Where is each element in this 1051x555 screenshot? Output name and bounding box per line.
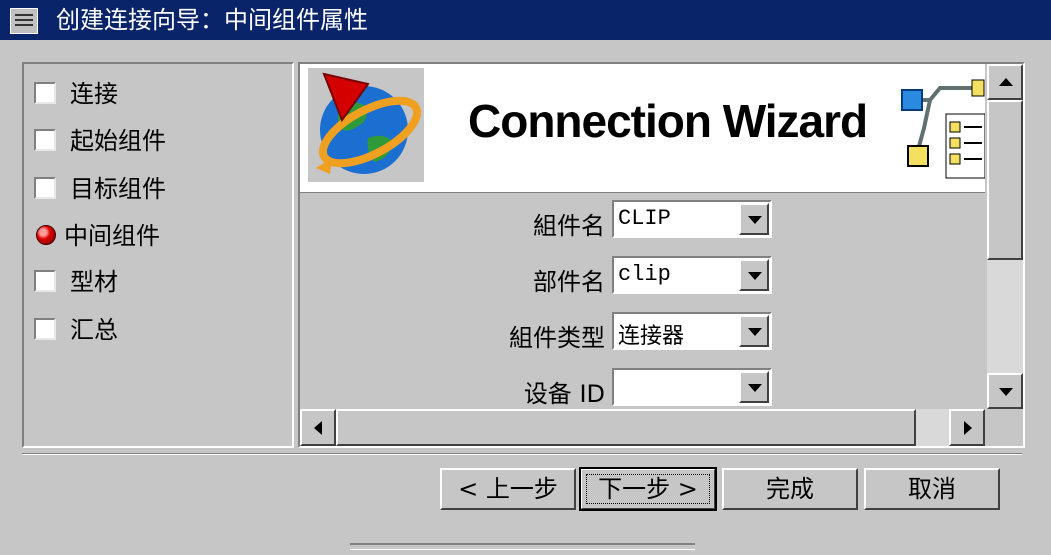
properties-panel: Connection Wizard 組件名 CLIP 部件名 clip 組件类型…	[298, 62, 1025, 448]
cancel-button[interactable]: 取消	[864, 468, 1000, 510]
combo-value: CLIP	[618, 206, 671, 231]
component-type-combo[interactable]: 连接器	[612, 312, 772, 350]
checkbox-icon	[34, 270, 56, 292]
window-menu-icon[interactable]	[10, 8, 38, 34]
part-name-combo[interactable]: clip	[612, 256, 772, 294]
field-device-id: 设备 ID	[300, 368, 985, 409]
back-button[interactable]: < 上一步	[440, 468, 576, 510]
step-middle-component[interactable]: 中间组件	[34, 222, 284, 252]
field-label: 设备 ID	[523, 380, 605, 408]
steps-panel: 连接 起始组件 目标组件 中间组件 型材 汇总	[22, 62, 294, 448]
step-label: 连接	[70, 80, 118, 108]
combo-dropdown-button[interactable]	[739, 371, 769, 403]
combo-dropdown-button[interactable]	[739, 203, 769, 235]
step-label: 汇总	[70, 316, 118, 344]
resize-grip	[350, 543, 695, 550]
scroll-up-button[interactable]	[987, 64, 1023, 100]
arrow-up-icon	[999, 78, 1013, 86]
checkbox-icon	[34, 318, 56, 340]
window-title: 创建连接向导：中间组件属性	[56, 6, 368, 34]
step-label: 中间组件	[64, 222, 160, 250]
step-target-component[interactable]: 目标组件	[34, 175, 284, 205]
arrow-left-icon	[314, 421, 322, 435]
chevron-down-icon	[748, 272, 762, 280]
step-start-component[interactable]: 起始组件	[34, 127, 284, 157]
step-profile[interactable]: 型材	[34, 268, 284, 298]
step-connection[interactable]: 连接	[34, 80, 284, 110]
field-component-name: 組件名 CLIP	[300, 200, 985, 244]
globe-logo-icon	[308, 68, 424, 182]
field-label: 組件名	[533, 212, 605, 240]
separator	[22, 453, 1022, 455]
scroll-right-button[interactable]	[949, 409, 985, 446]
component-name-combo[interactable]: CLIP	[612, 200, 772, 238]
field-label: 部件名	[533, 268, 605, 296]
arrow-right-icon	[964, 421, 972, 435]
next-button[interactable]: 下一步 >	[579, 467, 717, 511]
field-part-name: 部件名 clip	[300, 256, 985, 300]
step-label: 起始组件	[70, 127, 166, 155]
title-bar: 创建连接向导：中间组件属性	[0, 0, 1051, 40]
chevron-down-icon	[748, 328, 762, 336]
component-flow-icon	[901, 79, 985, 179]
chevron-down-icon	[748, 216, 762, 224]
chevron-down-icon	[748, 384, 762, 392]
scroll-left-button[interactable]	[300, 409, 336, 446]
finish-button[interactable]: 完成	[722, 468, 858, 510]
step-summary[interactable]: 汇总	[34, 316, 284, 346]
vertical-scroll-thumb[interactable]	[987, 100, 1023, 260]
combo-dropdown-button[interactable]	[739, 259, 769, 291]
wizard-title: Connection Wizard	[468, 95, 868, 147]
combo-value: clip	[618, 262, 671, 287]
wizard-banner: Connection Wizard	[300, 64, 985, 193]
checkbox-icon	[34, 82, 56, 104]
arrow-down-icon	[999, 388, 1013, 396]
step-label: 目标组件	[70, 175, 166, 203]
horizontal-scrollbar[interactable]	[300, 409, 985, 446]
combo-value: 连接器	[618, 324, 685, 349]
properties-viewport: Connection Wizard 組件名 CLIP 部件名 clip 組件类型…	[300, 64, 985, 409]
field-component-type: 組件类型 连接器	[300, 312, 985, 356]
step-label: 型材	[70, 268, 118, 296]
combo-dropdown-button[interactable]	[739, 315, 769, 347]
scrollbar-corner	[985, 409, 1021, 446]
checkbox-icon	[34, 177, 56, 199]
checkbox-icon	[34, 129, 56, 151]
current-step-icon	[36, 225, 56, 245]
device-id-combo[interactable]	[612, 368, 772, 406]
vertical-scrollbar[interactable]	[987, 64, 1023, 409]
horizontal-scroll-thumb[interactable]	[336, 409, 916, 446]
field-label: 組件类型	[509, 324, 605, 352]
scroll-down-button[interactable]	[987, 373, 1023, 409]
